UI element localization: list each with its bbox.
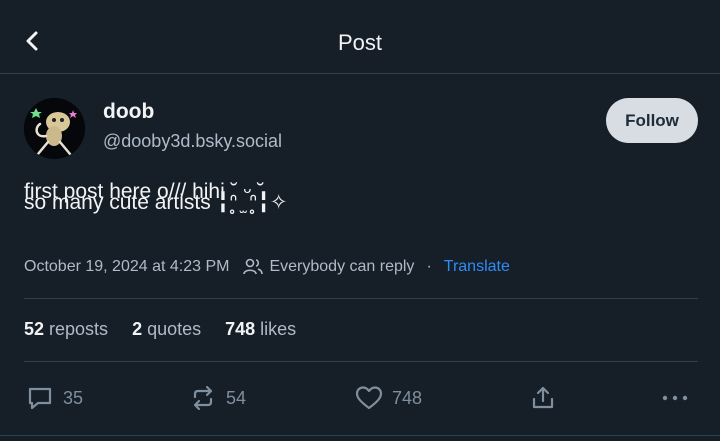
reply-count: 35 (63, 387, 84, 408)
post-timestamp: October 19, 2024 at 4:23 PM (24, 258, 230, 275)
comment-icon (28, 387, 52, 410)
heart-icon (355, 386, 383, 410)
repost-count: 54 (226, 387, 247, 408)
divider (24, 298, 698, 299)
people-icon (243, 258, 264, 276)
post-text: first post here o/// hihi ˘ ᵕ ˘ so many … (24, 180, 684, 240)
reposts-stat[interactable]: 52 reposts (24, 319, 108, 340)
likes-label: likes (260, 319, 297, 339)
post-stats: 52 reposts 2 quotes 748 likes (24, 319, 320, 340)
like-button[interactable]: 748 (355, 383, 422, 413)
repost-icon (193, 385, 213, 411)
more-icon (662, 395, 688, 401)
post-meta: October 19, 2024 at 4:23 PM Everybody ca… (24, 256, 510, 278)
divider (24, 361, 698, 362)
post-text-line-2: so many cute artists ╏ᐢ̥ ̫ ᐢ̥╏✧ (24, 191, 288, 214)
reposts-count: 52 (24, 319, 45, 339)
page-title: Post (337, 30, 383, 55)
repost-button[interactable]: 54 (189, 383, 246, 413)
follow-button[interactable]: Follow (606, 98, 698, 143)
likes-stat[interactable]: 748 likes (225, 319, 296, 340)
like-count: 748 (392, 387, 423, 408)
meta-separator: · (426, 258, 432, 275)
share-button[interactable] (529, 383, 557, 413)
reposts-label: reposts (49, 319, 109, 339)
author-display-name[interactable]: doob (103, 100, 154, 124)
translate-link[interactable]: Translate (444, 258, 510, 276)
reply-setting: Everybody can reply (269, 258, 415, 275)
avatar[interactable] (24, 98, 85, 159)
divider (0, 435, 720, 436)
reply-button[interactable]: 35 (26, 383, 83, 413)
post-header: Post (0, 0, 720, 74)
more-options-button[interactable] (660, 383, 690, 413)
quotes-stat[interactable]: 2 quotes (132, 319, 201, 340)
author-handle[interactable]: @dooby3d.bsky.social (103, 131, 282, 152)
quotes-label: quotes (147, 319, 202, 339)
quotes-count: 2 (132, 319, 143, 339)
share-icon (532, 386, 554, 409)
likes-count: 748 (225, 319, 256, 339)
avatar-image (24, 98, 85, 159)
